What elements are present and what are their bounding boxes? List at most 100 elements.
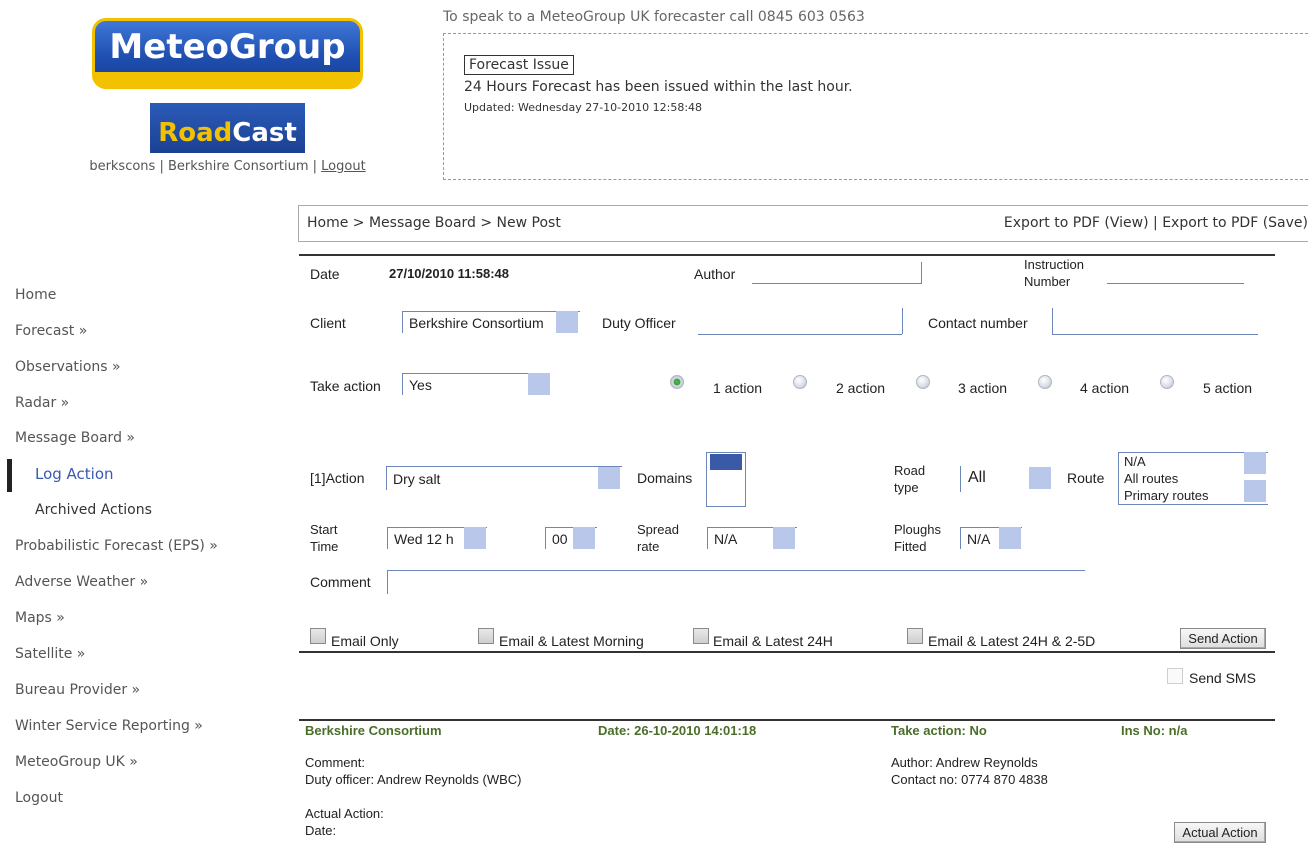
user-info: berkscons | Berkshire Consortium | Logou… xyxy=(89,159,366,174)
sidebar-item-satellite[interactable]: Satellite » xyxy=(15,646,85,662)
instruction-number-input[interactable] xyxy=(1107,283,1244,284)
duty-officer-input[interactable] xyxy=(698,334,902,335)
action-dropdown-arrow[interactable] xyxy=(598,467,620,489)
sidebar-item-logout[interactable]: Logout xyxy=(15,790,63,806)
route-option-na[interactable]: N/A xyxy=(1124,454,1146,469)
ploughs-dropdown-arrow[interactable] xyxy=(999,527,1021,549)
start-minute-dropdown-arrow[interactable] xyxy=(573,527,595,549)
start-hour-dropdown-arrow[interactable] xyxy=(464,527,486,549)
header-logout-link[interactable]: Logout xyxy=(321,159,366,174)
comment-label: Comment xyxy=(310,574,371,590)
sidebar-item-home[interactable]: Home xyxy=(15,287,56,303)
sidebar-item-adverse-weather[interactable]: Adverse Weather » xyxy=(15,574,148,590)
export-pdf-links[interactable]: Export to PDF (View) | Export to PDF (Sa… xyxy=(1004,215,1308,231)
radio-5-action-label: 5 action xyxy=(1203,380,1253,396)
radio-3-action[interactable] xyxy=(916,375,930,389)
post-date-label: Date: xyxy=(305,823,337,838)
ploughs-fitted-label-2: Fitted xyxy=(894,539,927,554)
email-only-checkbox[interactable] xyxy=(310,628,326,644)
instruction-label: Instruction xyxy=(1024,257,1084,272)
sidebar-item-log-action[interactable]: Log Action xyxy=(35,465,114,483)
email-24h-checkbox[interactable] xyxy=(693,628,709,644)
take-action-label: Take action xyxy=(310,378,381,394)
radio-2-action-label: 2 action xyxy=(836,380,886,396)
client-select[interactable]: Berkshire Consortium xyxy=(402,311,580,333)
radio-2-action[interactable] xyxy=(793,375,807,389)
post-author: Author: Andrew Reynolds xyxy=(891,755,1038,770)
spread-rate-dropdown-arrow[interactable] xyxy=(773,527,795,549)
send-action-button[interactable]: Send Action xyxy=(1180,628,1266,649)
email-24h-25d-checkbox[interactable] xyxy=(907,628,923,644)
form-bottom-rule xyxy=(299,651,1275,653)
author-input-edge xyxy=(921,262,922,284)
sidebar-item-radar[interactable]: Radar » xyxy=(15,395,69,411)
radio-1-action-label: 1 action xyxy=(713,380,763,396)
post-client: Berkshire Consortium xyxy=(305,723,442,738)
sidebar-item-message-board[interactable]: Message Board » xyxy=(15,430,135,446)
breadcrumb[interactable]: Home > Message Board > New Post xyxy=(307,215,561,231)
radio-4-action-label: 4 action xyxy=(1080,380,1130,396)
duty-officer-input-edge xyxy=(902,308,903,334)
take-action-dropdown-arrow[interactable] xyxy=(528,373,550,395)
actual-action-button[interactable]: Actual Action xyxy=(1174,822,1266,843)
road-type-label: Road xyxy=(894,463,926,478)
send-sms-checkbox[interactable] xyxy=(1167,668,1183,684)
author-label: Author xyxy=(694,266,736,282)
forecast-updated-text: Updated: Wednesday 27-10-2010 12:58:48 xyxy=(464,101,703,114)
send-sms-label: Send SMS xyxy=(1189,670,1256,686)
sidebar-item-archived-actions[interactable]: Archived Actions xyxy=(35,502,152,518)
client-label: Client xyxy=(310,315,346,331)
radio-5-action[interactable] xyxy=(1160,375,1174,389)
ploughs-fitted-label: Ploughs xyxy=(894,522,941,537)
radio-1-action[interactable] xyxy=(670,375,684,389)
post-actual-action: Actual Action: xyxy=(305,806,384,821)
route-option-primary[interactable]: Primary routes xyxy=(1124,488,1209,503)
roadcast-logo: RoadCast xyxy=(150,103,305,153)
form-top-rule xyxy=(299,254,1275,256)
contact-number-input[interactable] xyxy=(1052,334,1258,335)
sidebar-item-forecast[interactable]: Forecast » xyxy=(15,323,87,339)
duty-officer-label: Duty Officer xyxy=(602,315,676,331)
road-type-label-2: type xyxy=(894,480,919,495)
action-label: [1]Action xyxy=(310,470,365,486)
route-option-all[interactable]: All routes xyxy=(1124,471,1178,486)
radio-3-action-label: 3 action xyxy=(958,380,1008,396)
domains-label: Domains xyxy=(637,470,693,486)
date-label: Date xyxy=(310,266,340,282)
road-type-dropdown-arrow[interactable] xyxy=(1029,467,1051,489)
action-select[interactable]: Dry salt xyxy=(386,466,622,490)
road-type-edge xyxy=(960,466,961,492)
route-scroll-down[interactable] xyxy=(1244,480,1266,502)
post-contact: Contact no: 0774 870 4838 xyxy=(891,772,1048,787)
comment-input[interactable] xyxy=(387,570,1085,594)
post-top-rule xyxy=(299,719,1275,721)
email-24h-label: Email & Latest 24H xyxy=(713,633,833,649)
email-24h-25d-label: Email & Latest 24H & 2-5D xyxy=(928,633,1096,649)
start-time-label: Start xyxy=(310,522,338,537)
domains-selected-item[interactable] xyxy=(710,454,742,470)
email-morning-label: Email & Latest Morning xyxy=(499,633,644,649)
road-type-select[interactable]: All xyxy=(968,469,986,487)
post-comment: Comment: xyxy=(305,755,365,770)
post-duty-officer: Duty officer: Andrew Reynolds (WBC) xyxy=(305,772,522,787)
meteogroup-logo: MeteoGroup xyxy=(92,18,363,89)
contact-input-edge xyxy=(1052,308,1053,334)
post-date: Date: 26-10-2010 14:01:18 xyxy=(598,723,757,738)
sidebar-item-winter-service[interactable]: Winter Service Reporting » xyxy=(15,718,203,734)
author-input[interactable] xyxy=(752,283,922,284)
email-morning-checkbox[interactable] xyxy=(478,628,494,644)
forecast-issue-title: Forecast Issue xyxy=(464,55,574,75)
route-scroll-up[interactable] xyxy=(1244,452,1266,474)
route-label: Route xyxy=(1067,470,1105,486)
client-dropdown-arrow[interactable] xyxy=(556,311,578,333)
radio-4-action[interactable] xyxy=(1038,375,1052,389)
sidebar-item-bureau-provider[interactable]: Bureau Provider » xyxy=(15,682,140,698)
sidebar-item-meteogroup-uk[interactable]: MeteoGroup UK » xyxy=(15,754,138,770)
forecast-issue-text: 24 Hours Forecast has been issued within… xyxy=(464,79,853,95)
sidebar-item-eps[interactable]: Probabilistic Forecast (EPS) » xyxy=(15,538,218,554)
contact-number-label: Contact number xyxy=(928,315,1028,331)
sidebar-item-maps[interactable]: Maps » xyxy=(15,610,65,626)
sidebar-item-observations[interactable]: Observations » xyxy=(15,359,121,375)
start-time-label-2: Time xyxy=(310,539,339,554)
spread-rate-label-2: rate xyxy=(637,539,660,554)
